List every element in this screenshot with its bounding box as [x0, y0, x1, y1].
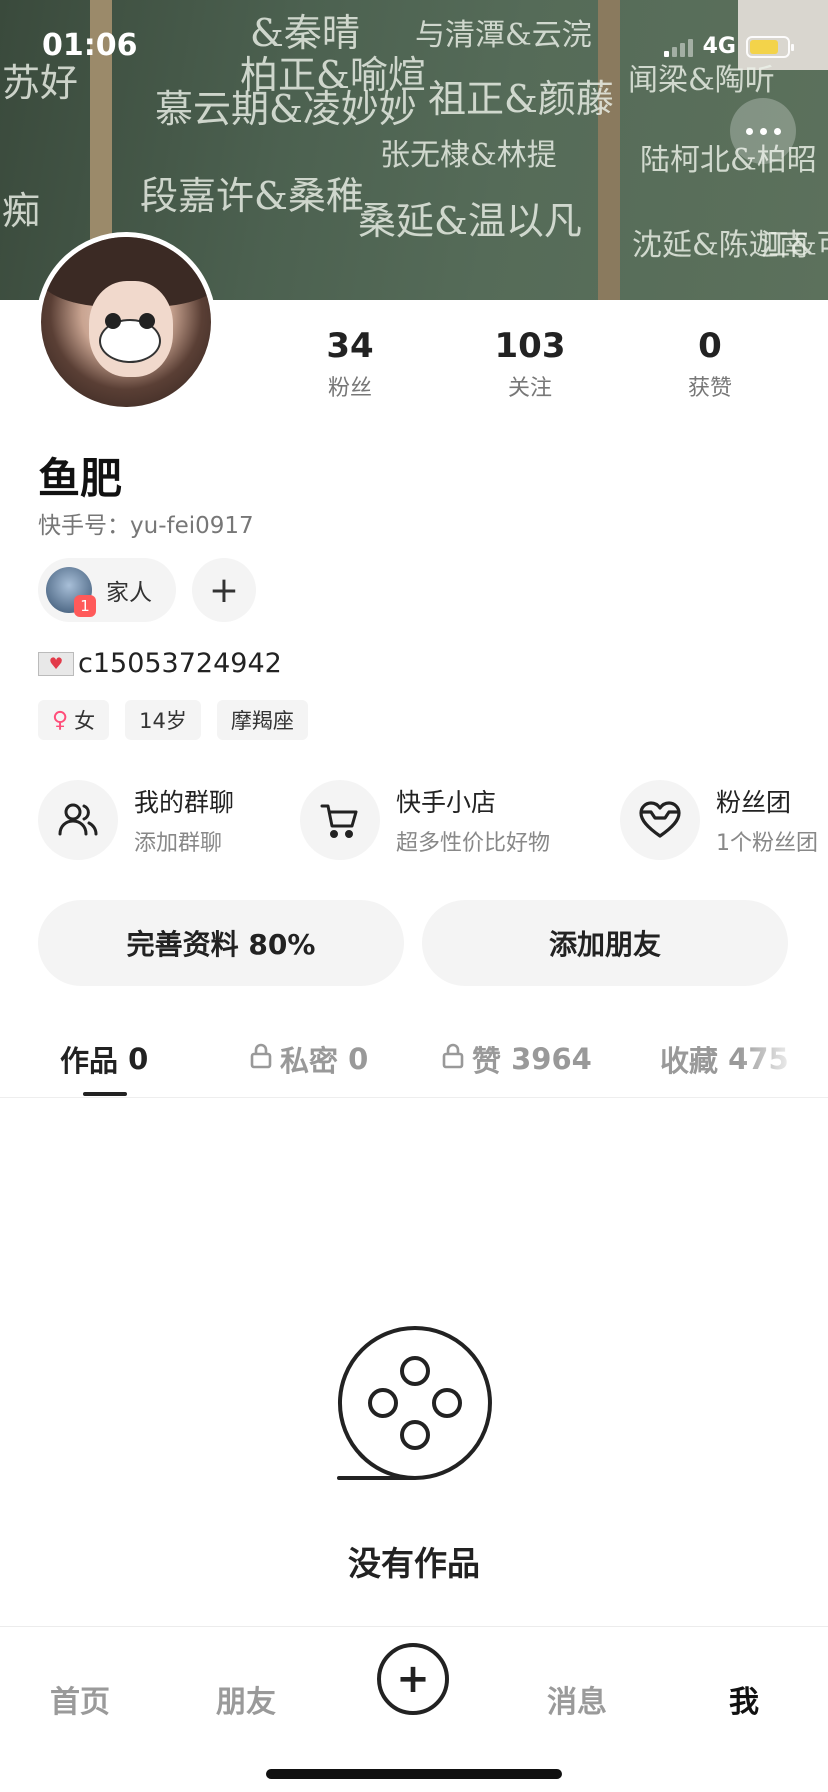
- tab-likes[interactable]: 赞 3964: [442, 1038, 592, 1080]
- love-letter-icon: ♥: [38, 651, 74, 676]
- likes-stat[interactable]: 0 获赞: [620, 326, 800, 402]
- following-label: 关注: [507, 376, 552, 401]
- avatar[interactable]: [36, 232, 216, 412]
- likes-count: 0: [698, 326, 722, 366]
- group-chat-title: 我的群聊: [134, 788, 235, 817]
- fan-club-subtitle: 1个粉丝团: [716, 831, 818, 856]
- active-tab-indicator: [83, 1092, 127, 1096]
- dot-icon: [745, 127, 753, 135]
- home-indicator: [266, 1769, 562, 1779]
- chalk-text: 痴: [2, 189, 41, 233]
- chalk-text: 闻梁&陶听: [628, 63, 775, 98]
- nav-home[interactable]: 首页: [50, 1677, 110, 1721]
- profile-stats: 34 粉丝 103 关注 0 获赞: [260, 326, 800, 402]
- dot-icon: [773, 127, 781, 135]
- family-badge: 1: [74, 595, 96, 617]
- lock-icon: [442, 1042, 464, 1076]
- following-count: 103: [494, 326, 566, 366]
- profile-tags: ♀ 女 14岁 摩羯座: [38, 700, 308, 740]
- chalk-text: 张无棣&林提: [380, 138, 557, 173]
- shop-subtitle: 超多性价比好物: [396, 831, 551, 856]
- followers-count: 34: [326, 326, 374, 366]
- contact-info: ♥ c15053724942: [38, 648, 282, 679]
- family-avatar: 1: [46, 567, 96, 617]
- age-tag: 14岁: [125, 700, 201, 740]
- shop-entry[interactable]: 快手小店 超多性价比好物: [300, 780, 550, 860]
- feature-entries: 我的群聊 添加群聊 快手小店 超多性价比好物 粉丝团 1个粉丝团: [38, 780, 828, 864]
- nav-messages[interactable]: 消息: [547, 1677, 607, 1721]
- tab-private[interactable]: 私密 0: [250, 1038, 368, 1080]
- status-time: 01:06: [42, 28, 138, 63]
- zodiac-tag: 摩羯座: [216, 700, 308, 740]
- contact-text: c15053724942: [78, 648, 282, 679]
- group-chat-icon: [38, 780, 118, 860]
- nav-me[interactable]: 我: [729, 1677, 759, 1721]
- chalk-text: 段嘉许&桑稚: [140, 174, 364, 218]
- dot-icon: [759, 127, 767, 135]
- complete-profile-button[interactable]: 完善资料 80%: [38, 900, 404, 986]
- nav-friends[interactable]: 朋友: [216, 1677, 276, 1721]
- female-icon: ♀: [52, 707, 69, 733]
- film-reel-icon: [335, 1323, 495, 1483]
- signal-icon: [663, 37, 693, 57]
- lock-icon: [250, 1042, 272, 1076]
- bottom-nav: 首页 朋友 + 消息 我: [0, 1626, 828, 1792]
- status-indicators: 4G: [663, 34, 794, 59]
- more-options-button[interactable]: [730, 98, 796, 164]
- chalk-text: 桑延&温以凡: [358, 199, 582, 243]
- tab-works[interactable]: 作品 0: [60, 1038, 148, 1080]
- battery-icon: [746, 35, 794, 58]
- group-chat-entry[interactable]: 我的群聊 添加群聊: [38, 780, 234, 860]
- kuaishou-id[interactable]: 快手号：yu-fei0917: [38, 506, 254, 540]
- profile-name: 鱼肥: [38, 454, 123, 503]
- tabs-scroll-fade: [738, 1020, 828, 1090]
- add-relation-button[interactable]: +: [192, 558, 256, 622]
- fan-club-entry[interactable]: 粉丝团 1个粉丝团: [620, 780, 818, 860]
- empty-state-text: 没有作品: [348, 1544, 480, 1583]
- family-label: 家人: [106, 580, 152, 606]
- family-chip[interactable]: 1 家人: [38, 558, 176, 622]
- panda-sticker: [99, 313, 161, 363]
- blackboard-frame: [598, 0, 620, 300]
- fan-club-title: 粉丝团: [716, 788, 792, 817]
- chalk-text: 慕云期&凌妙妙: [155, 87, 417, 131]
- likes-label: 获赞: [687, 376, 732, 401]
- add-friend-button[interactable]: 添加朋友: [422, 900, 788, 986]
- heart-icon: [620, 780, 700, 860]
- chalk-text: 与清潭&云浣: [415, 18, 592, 53]
- chalk-text: 江&可: [760, 228, 828, 263]
- following-stat[interactable]: 103 关注: [440, 326, 620, 402]
- followers-stat[interactable]: 34 粉丝: [260, 326, 440, 402]
- cart-icon: [300, 780, 380, 860]
- create-post-button[interactable]: +: [377, 1643, 449, 1715]
- gender-tag: ♀ 女: [38, 700, 110, 740]
- content-tabs: 作品 0 私密 0 赞 3964 收藏 475: [0, 1010, 828, 1098]
- shop-title: 快手小店: [396, 788, 497, 817]
- group-chat-subtitle: 添加群聊: [134, 831, 223, 856]
- followers-label: 粉丝: [327, 376, 372, 401]
- network-type: 4G: [702, 34, 736, 59]
- chalk-text: 祖正&颜藤: [428, 77, 614, 121]
